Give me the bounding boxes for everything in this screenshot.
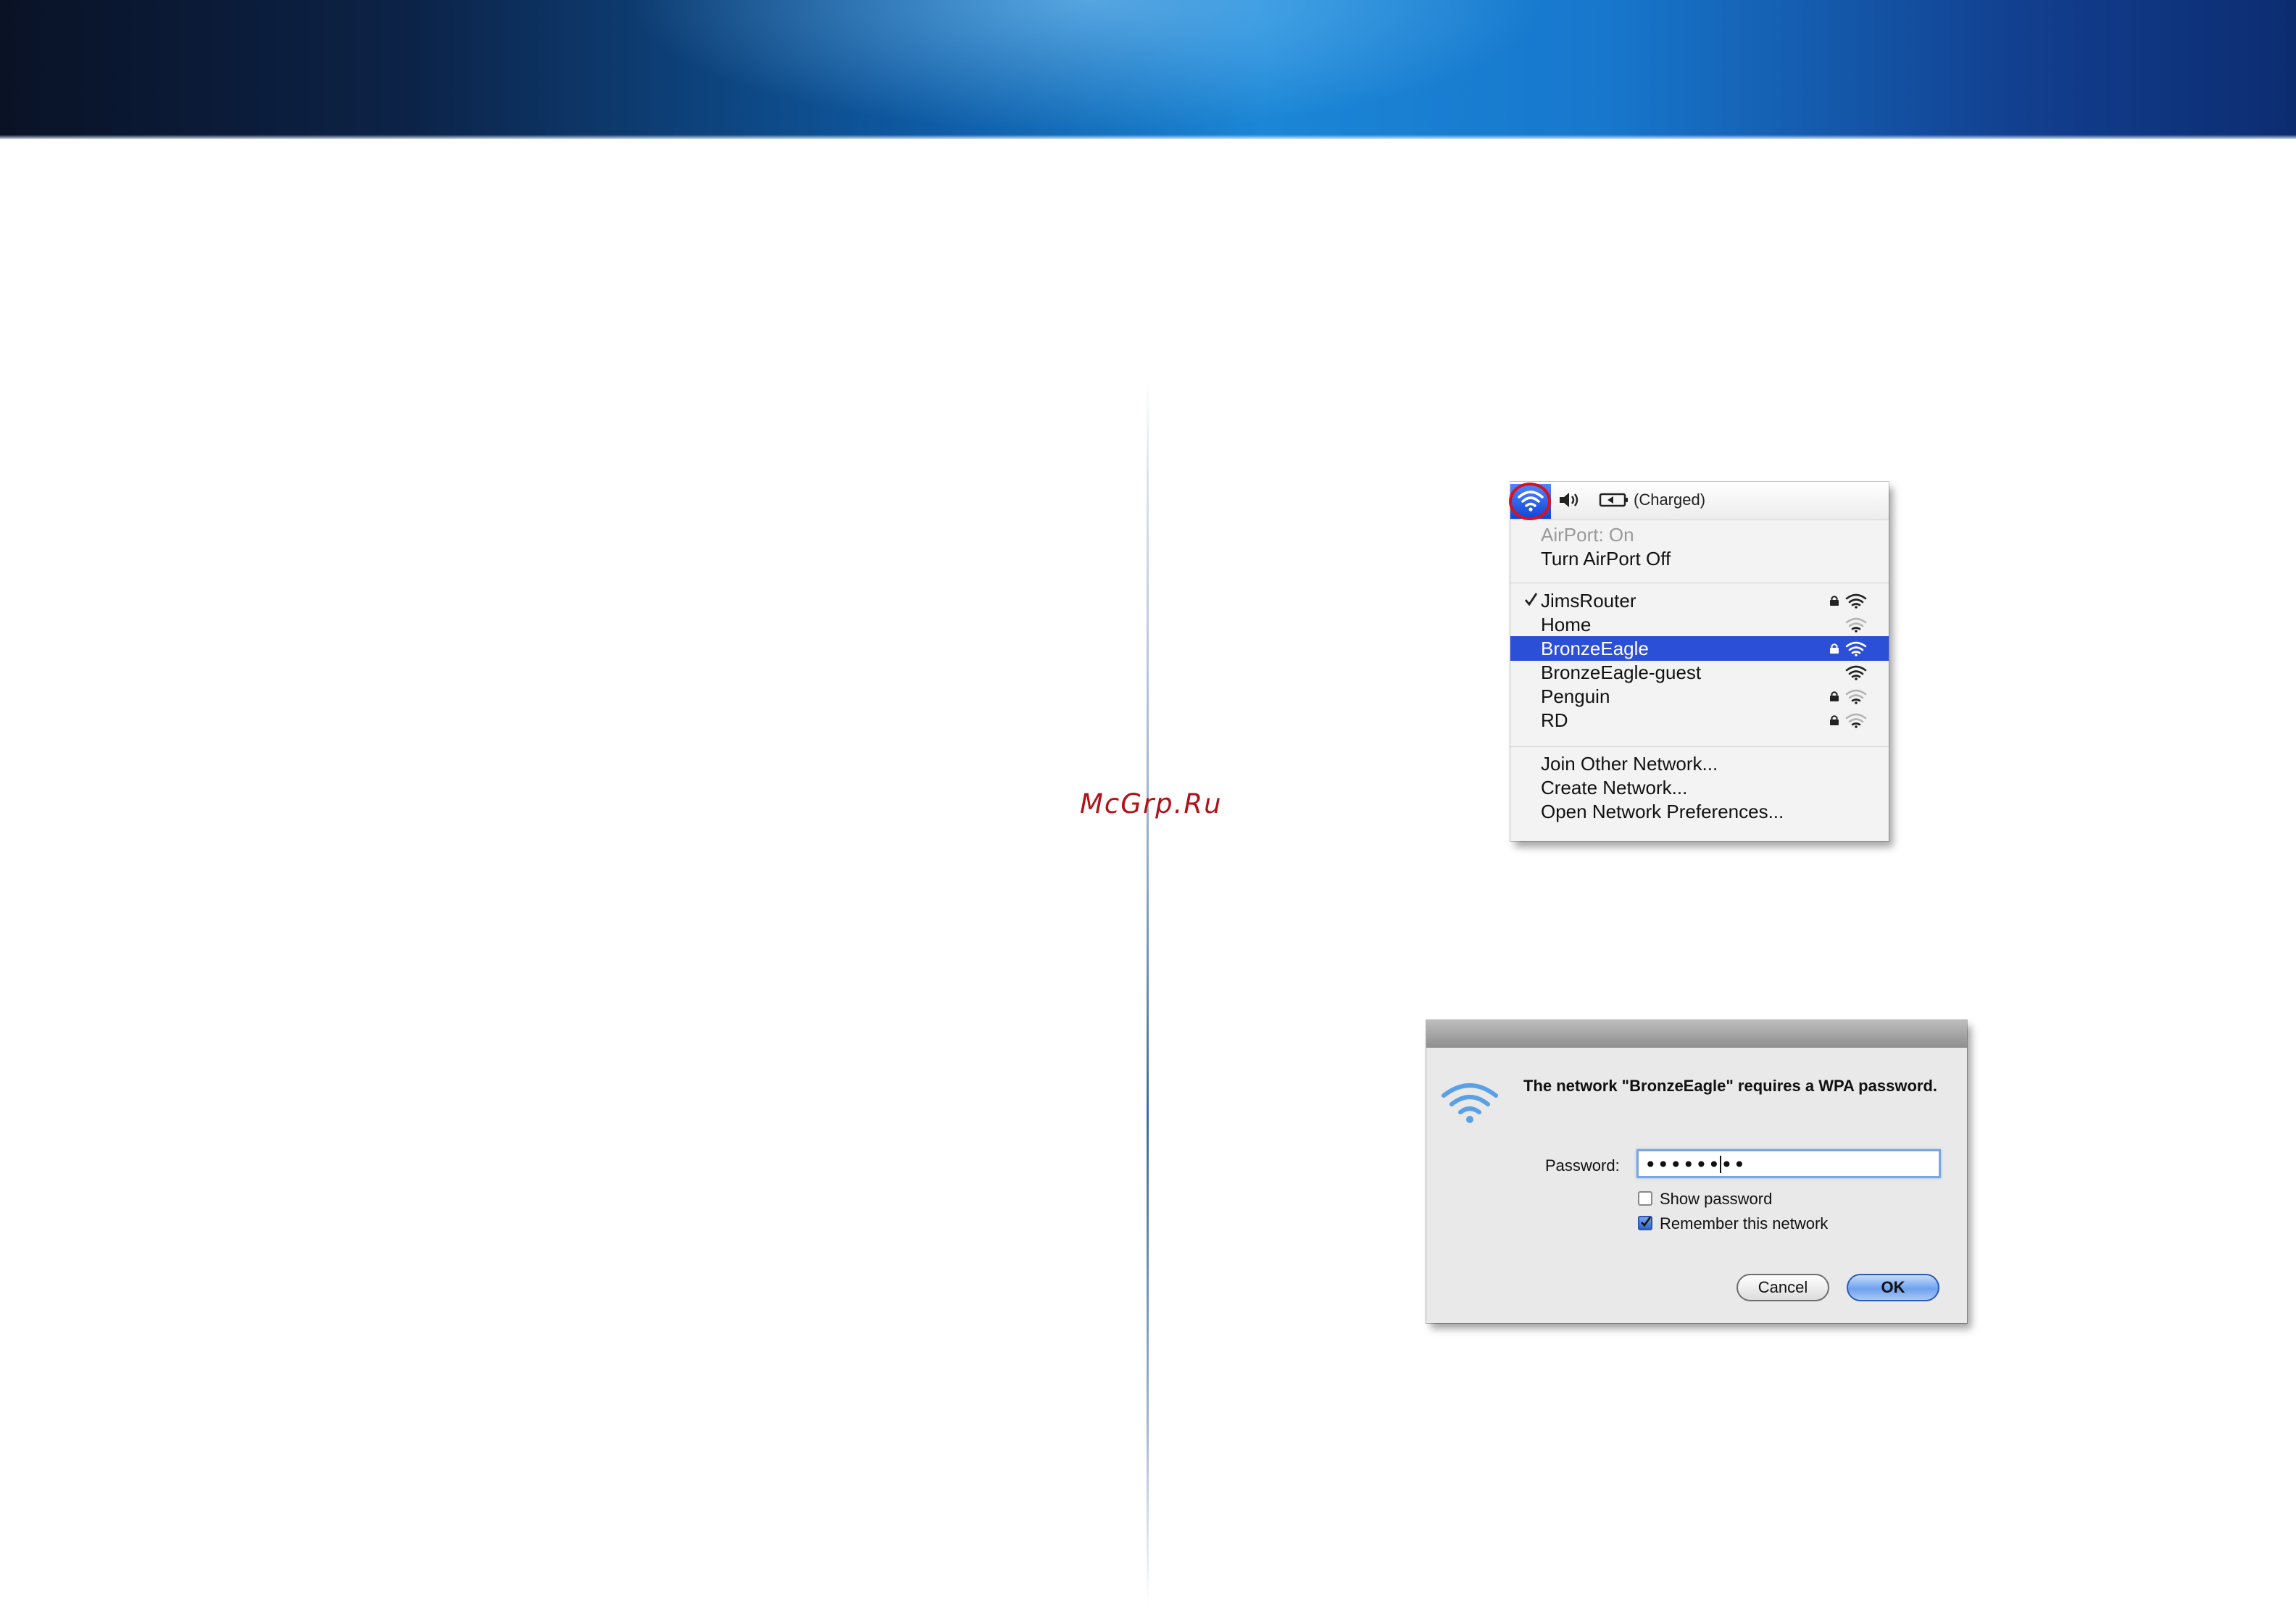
cancel-button[interactable]: Cancel: [1736, 1274, 1829, 1301]
network-item[interactable]: BronzeEagle-guest: [1510, 660, 1889, 685]
create-network-item[interactable]: Create Network...: [1510, 775, 1889, 800]
menu-bar: (Charged): [1509, 482, 1889, 520]
wifi-signal-icon: [1845, 593, 1867, 609]
battery-status: (Charged): [1634, 491, 1706, 509]
lock-icon: [1830, 643, 1839, 654]
turn-airport-off-item[interactable]: Turn AirPort Off: [1510, 546, 1889, 571]
ok-button[interactable]: OK: [1847, 1274, 1939, 1301]
network-name: BronzeEagle: [1541, 638, 1649, 659]
network-name: BronzeEagle-guest: [1541, 662, 1702, 683]
header-banner: [0, 0, 2296, 139]
text-caret: [1720, 1156, 1721, 1173]
dialog-titlebar[interactable]: [1426, 1020, 1967, 1048]
join-other-network-item[interactable]: Join Other Network...: [1510, 751, 1889, 776]
watermark-text: McGrp.Ru: [1080, 788, 1223, 819]
network-item[interactable]: Penguin: [1510, 684, 1889, 709]
network-item[interactable]: JimsRouter: [1510, 588, 1889, 613]
checkmark-icon: [1524, 593, 1538, 606]
airport-menu: (Charged) AirPort: On Turn AirPort Off J…: [1509, 482, 1889, 841]
menu-separator: [1510, 746, 1889, 747]
lock-icon: [1830, 691, 1839, 701]
open-network-preferences-item[interactable]: Open Network Preferences...: [1510, 799, 1889, 824]
network-item[interactable]: BronzeEagle: [1510, 636, 1889, 661]
wifi-signal-icon: [1845, 689, 1867, 704]
wifi-signal-icon: [1845, 665, 1867, 680]
password-label: Password:: [1545, 1156, 1620, 1175]
network-item[interactable]: RD: [1510, 708, 1889, 733]
network-name: Home: [1541, 614, 1592, 635]
network-name: RD: [1541, 709, 1568, 731]
remember-network-label[interactable]: Remember this network: [1660, 1214, 1828, 1233]
lock-icon: [1830, 715, 1839, 725]
remember-network-checkbox[interactable]: [1638, 1216, 1652, 1230]
password-input[interactable]: ••••••••: [1636, 1149, 1941, 1178]
network-item[interactable]: Home: [1510, 612, 1889, 637]
column-divider: [1147, 380, 1149, 1605]
show-password-label[interactable]: Show password: [1660, 1190, 1772, 1209]
password-value: ••••••••: [1644, 1153, 1747, 1177]
wifi-signal-icon: [1845, 641, 1867, 656]
wifi-signal-icon: [1845, 713, 1867, 728]
wifi-signal-icon: [1845, 617, 1867, 633]
network-name: JimsRouter: [1541, 590, 1636, 612]
show-password-checkbox[interactable]: [1638, 1191, 1652, 1206]
wifi-icon: [1442, 1083, 1498, 1123]
checkmark-icon: [1641, 1217, 1652, 1227]
battery-icon[interactable]: [1599, 492, 1629, 508]
dialog-message: The network "BronzeEagle" requires a WPA…: [1523, 1077, 1937, 1095]
volume-icon[interactable]: [1558, 491, 1584, 509]
airport-status-item: AirPort: On: [1541, 524, 1634, 546]
wpa-password-dialog: The network "BronzeEagle" requires a WPA…: [1426, 1020, 1967, 1323]
lock-icon: [1830, 596, 1839, 606]
highlight-circle: [1509, 483, 1551, 520]
network-name: Penguin: [1541, 685, 1610, 707]
